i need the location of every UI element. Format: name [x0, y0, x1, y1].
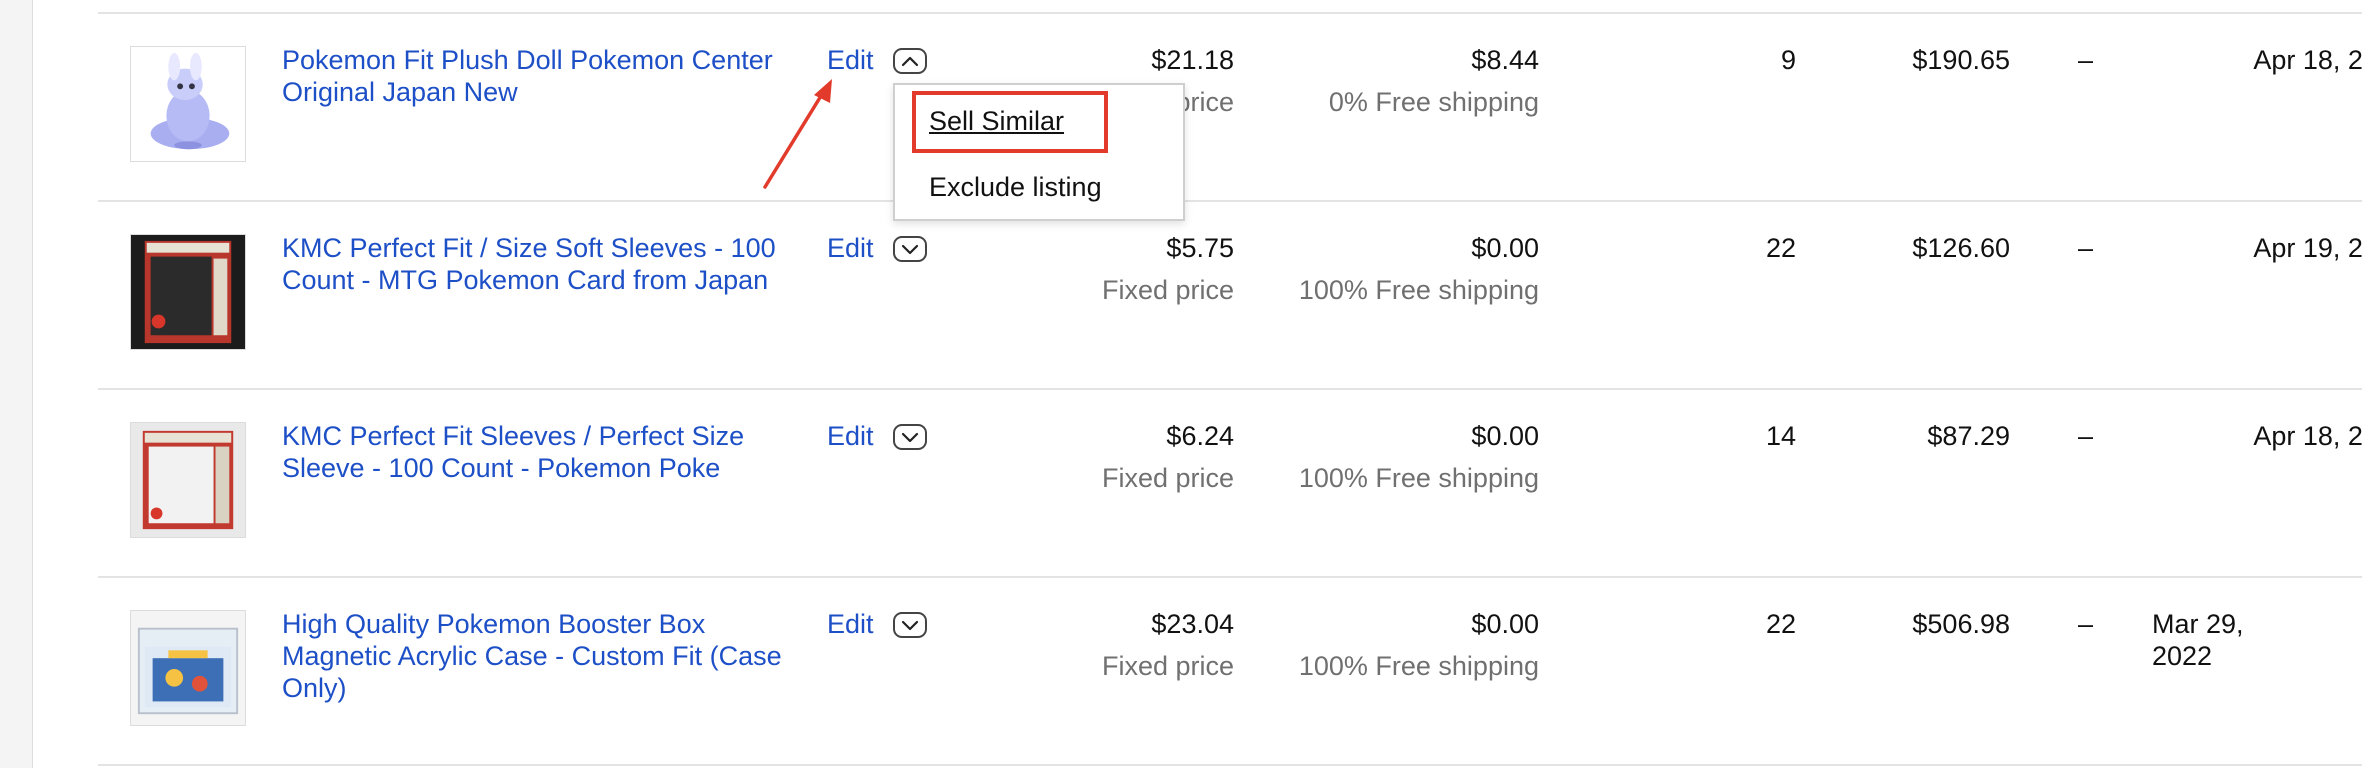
total-sales: $506.98	[1912, 609, 2010, 639]
edit-link[interactable]: Edit	[827, 44, 874, 76]
shipping-cell: $0.00 100% Free shipping	[1279, 608, 1539, 682]
empty-value-dash: –	[2078, 233, 2094, 263]
chevron-down-icon	[901, 432, 919, 443]
card-sleeves-package-image	[131, 235, 245, 349]
shipping-note: 0% Free shipping	[1328, 87, 1539, 117]
listing-date: Apr 18, 2022	[2253, 421, 2362, 451]
chevron-down-icon	[901, 244, 919, 255]
chevron-down-icon	[901, 620, 919, 631]
quantity-sold: 9	[1780, 45, 1796, 75]
empty-value-dash: –	[2078, 45, 2094, 75]
actions-dropdown-toggle[interactable]	[893, 48, 927, 74]
quantity-sold: 22	[1765, 609, 1796, 639]
price-type: Fixed price	[1101, 463, 1234, 493]
price-cell: $23.04 Fixed price	[1102, 608, 1234, 682]
table-row: Pokemon Fit Plush Doll Pokemon Center Or…	[98, 14, 2362, 202]
edit-link[interactable]: Edit	[827, 420, 874, 452]
listing-title-link[interactable]: High Quality Pokemon Booster Box Magneti…	[282, 608, 782, 704]
card-sleeves-package-image	[131, 423, 245, 537]
shipping-cell: $8.44 0% Free shipping	[1279, 44, 1539, 118]
listing-title-link[interactable]: Pokemon Fit Plush Doll Pokemon Center Or…	[282, 44, 782, 108]
table-row: KMC Perfect Fit / Size Soft Sleeves - 10…	[98, 202, 2362, 390]
listing-date: Mar 29, 2022	[2152, 609, 2244, 671]
quantity-sold: 14	[1765, 421, 1796, 451]
price-cell: $6.24 Fixed price	[1102, 420, 1234, 494]
listing-date: Apr 18, 2022	[2253, 45, 2362, 75]
price-type: Fixed price	[1101, 275, 1234, 305]
listings-page: Pokemon Fit Plush Doll Pokemon Center Or…	[0, 0, 2362, 768]
price-value: $23.04	[1151, 609, 1234, 639]
listing-date: Apr 19, 2022	[2253, 233, 2362, 263]
actions-dropdown-toggle[interactable]	[893, 612, 927, 638]
table-row: KMC Perfect Fit Sleeves / Perfect Size S…	[98, 390, 2362, 578]
price-value: $5.75	[1166, 233, 1234, 263]
chevron-up-icon	[901, 56, 919, 67]
shipping-note: 100% Free shipping	[1298, 463, 1539, 493]
edit-link[interactable]: Edit	[827, 608, 874, 640]
shipping-cell: $0.00 100% Free shipping	[1279, 420, 1539, 494]
plush-doll-image	[131, 47, 245, 161]
listing-title-link[interactable]: KMC Perfect Fit / Size Soft Sleeves - 10…	[282, 232, 782, 296]
actions-dropdown-toggle[interactable]	[893, 236, 927, 262]
price-value: $21.18	[1151, 45, 1234, 75]
shipping-value: $8.44	[1471, 45, 1539, 75]
shipping-note: 100% Free shipping	[1298, 275, 1539, 305]
shipping-cell: $0.00 100% Free shipping	[1279, 232, 1539, 306]
price-value: $6.24	[1166, 421, 1234, 451]
total-sales: $126.60	[1912, 233, 2010, 263]
total-sales: $87.29	[1927, 421, 2010, 451]
quantity-sold: 22	[1765, 233, 1796, 263]
table-row: High Quality Pokemon Booster Box Magneti…	[98, 578, 2362, 766]
exclude-listing-menu-item[interactable]: Exclude listing	[929, 171, 1102, 203]
shipping-value: $0.00	[1471, 421, 1539, 451]
acrylic-case-image	[131, 611, 245, 725]
sell-similar-menu-item[interactable]: Sell Similar	[929, 105, 1064, 137]
actions-dropdown-toggle[interactable]	[893, 424, 927, 450]
empty-value-dash: –	[2078, 421, 2094, 451]
listing-thumbnail[interactable]	[130, 422, 246, 538]
empty-value-dash: –	[2078, 609, 2094, 639]
price-cell: $5.75 Fixed price	[1102, 232, 1234, 306]
left-sidebar-rail	[0, 0, 33, 768]
listing-actions-menu: Sell Similar Exclude listing	[893, 83, 1185, 221]
shipping-value: $0.00	[1471, 233, 1539, 263]
shipping-note: 100% Free shipping	[1298, 651, 1539, 681]
listing-title-link[interactable]: KMC Perfect Fit Sleeves / Perfect Size S…	[282, 420, 782, 484]
listing-thumbnail[interactable]	[130, 610, 246, 726]
listing-thumbnail[interactable]	[130, 234, 246, 350]
listing-thumbnail[interactable]	[130, 46, 246, 162]
shipping-value: $0.00	[1471, 609, 1539, 639]
edit-link[interactable]: Edit	[827, 232, 874, 264]
price-type: Fixed price	[1101, 651, 1234, 681]
total-sales: $190.65	[1912, 45, 2010, 75]
